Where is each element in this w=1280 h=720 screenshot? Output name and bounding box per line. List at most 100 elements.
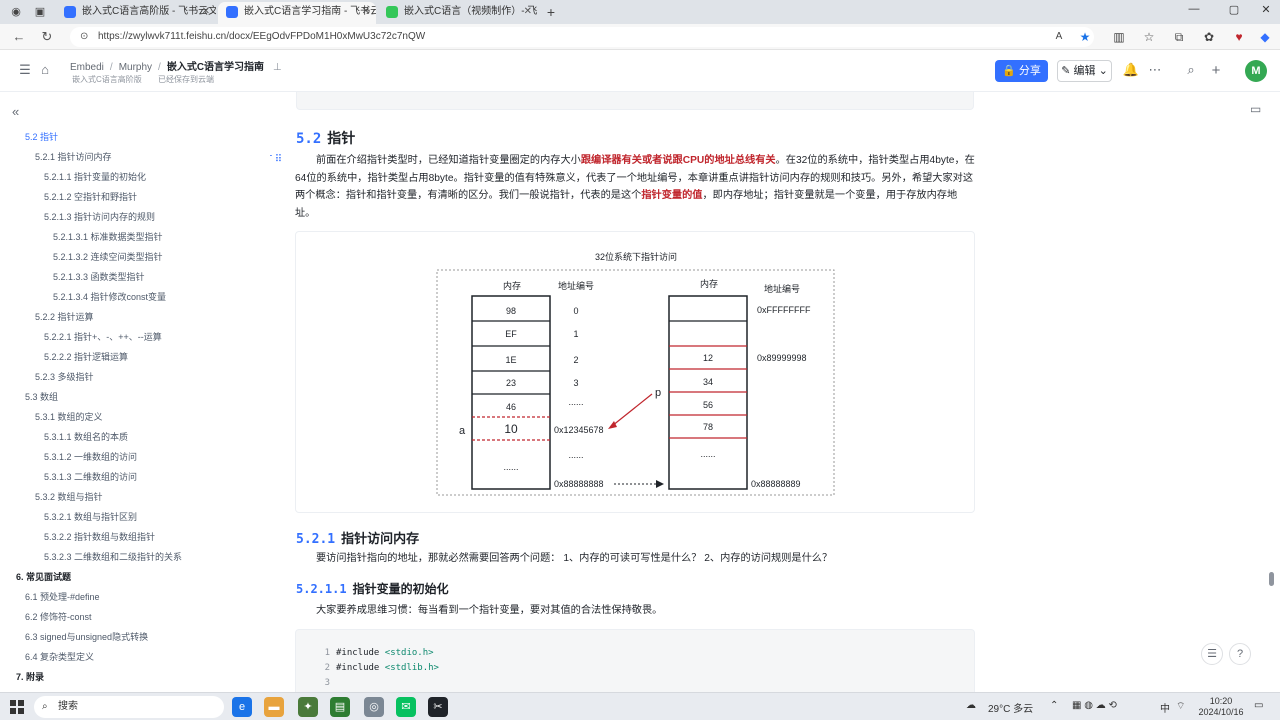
site-info-icon[interactable]: ⊙ xyxy=(80,27,88,47)
edge-app-icon[interactable]: e xyxy=(232,697,252,717)
profile-icon[interactable]: ◉ xyxy=(8,4,24,20)
heading-number: 5.2.1 xyxy=(296,532,336,547)
toc-item[interactable]: 5.3.2.3 二维数组和二级指针的关系 xyxy=(44,550,182,563)
new-tab-button[interactable]: + xyxy=(543,4,559,20)
tab-1[interactable]: 嵌入式C语言高阶版 - 飞书云文档 ✕ xyxy=(56,2,216,24)
app-icon[interactable]: ◎ xyxy=(364,697,384,717)
avatar[interactable]: M xyxy=(1245,60,1267,82)
toc-item[interactable]: 5.2.1.2 空指针和野指针 xyxy=(44,190,137,203)
toc-item[interactable]: 7. 附录 xyxy=(16,670,44,683)
weather-text[interactable]: 29°C 多云 xyxy=(988,700,1033,715)
pin-icon[interactable]: ⊥ xyxy=(273,62,282,73)
line-number: 2 xyxy=(324,663,330,673)
toc-item[interactable]: 6. 常见面试题 xyxy=(16,570,71,583)
pencil-icon: ✎ xyxy=(1061,65,1071,77)
wiki-space-label[interactable]: 嵌入式C语言高阶版 xyxy=(72,75,142,84)
window-close-icon[interactable]: ✕ xyxy=(1258,3,1274,16)
toc-item[interactable]: 5.2.1.3 指针访问内存的规则 xyxy=(44,210,155,223)
app-icon[interactable]: ✦ xyxy=(298,697,318,717)
toc-item[interactable]: 5.2.1.3.1 标准数据类型指针 xyxy=(53,230,163,243)
toc-item[interactable]: 5.2.1.3.3 函数类型指针 xyxy=(53,270,145,283)
windows-taskbar: ⌕ 搜索 e ▬ ✦ ▤ ◎ ✉ ✂ ☁ 29°C 多云 ⌃ ▦ ◍ ☁ ⟲ 中… xyxy=(0,692,1280,720)
file-explorer-icon[interactable]: ▬ xyxy=(264,697,284,717)
favorite-star-icon[interactable]: ★ xyxy=(1076,28,1094,46)
toc-item[interactable]: 5.2.1.1 指针变量的初始化 xyxy=(44,170,146,183)
code-block[interactable]: 1 #include <stdio.h> 2 #include <stdlib.h>… xyxy=(295,629,975,692)
toc-item[interactable]: 5.2.1 指针访问内存 xyxy=(35,150,112,163)
toc-item[interactable]: 5.3.1.3 二维数组的访问 xyxy=(44,470,137,483)
favorites-icon[interactable]: ☆ xyxy=(1140,28,1158,46)
url-field[interactable]: ⊙ https://zwylwvk711t.feishu.cn/docx/EEg… xyxy=(70,27,1094,47)
tab-2-active[interactable]: 嵌入式C语言学习指南 - 飞书云文 ✕ xyxy=(218,2,376,24)
toc-item[interactable]: 5.3.2.1 数组与指针区别 xyxy=(44,510,137,523)
reload-icon[interactable]: ↻ xyxy=(38,28,56,46)
toc-item[interactable]: 5.2.2.1 指针+、-、++、--运算 xyxy=(44,330,162,343)
toc-item[interactable]: 5.2 指针 xyxy=(25,130,58,143)
search-icon[interactable]: ⌕ xyxy=(1182,62,1200,78)
breadcrumb: Embedi / Murphy / 嵌入式C语言学习指南 ⊥ xyxy=(70,62,282,73)
text-block-icon[interactable]: T ⠿ xyxy=(270,154,282,165)
close-icon[interactable]: ✕ xyxy=(362,2,370,22)
collapse-toc-icon[interactable]: « xyxy=(12,104,19,119)
tray-icons[interactable]: ▦ ◍ ☁ ⟲ xyxy=(1072,700,1117,711)
split-screen-icon[interactable]: ▥ xyxy=(1110,28,1128,46)
toc-item[interactable]: 5.2.2.2 指针逻辑运算 xyxy=(44,350,128,363)
toc-item[interactable]: 6.2 修饰符-const xyxy=(25,610,92,623)
tray-overflow-icon[interactable]: ⌃ xyxy=(1050,700,1058,711)
start-icon[interactable] xyxy=(10,700,24,714)
toc-item[interactable]: 6.4 复杂类型定义 xyxy=(25,650,94,663)
browser-essentials-icon[interactable]: ♥ xyxy=(1230,28,1248,46)
more-icon[interactable]: ⋯ xyxy=(1146,62,1164,78)
capcut-icon[interactable]: ✂ xyxy=(428,697,448,717)
toc-item[interactable]: 5.2.3 多级指针 xyxy=(35,370,94,383)
toc-item[interactable]: 5.3 数组 xyxy=(25,390,58,403)
save-status: 已经保存到云端 xyxy=(158,75,215,84)
close-icon[interactable]: ✕ xyxy=(524,2,532,22)
copilot-icon[interactable]: ◆ xyxy=(1256,28,1274,46)
share-button[interactable]: 🔒 分享 xyxy=(995,60,1048,82)
help-icon[interactable]: ? xyxy=(1229,643,1251,665)
text-run: 前面在介绍指针类型时，已经知道指针变量圈定的内存大小 xyxy=(316,155,581,166)
notification-bell-icon[interactable]: 🔔 xyxy=(1122,62,1140,78)
extensions-icon[interactable]: ✿ xyxy=(1200,28,1218,46)
weather-icon[interactable]: ☁ xyxy=(966,700,976,711)
scrollbar-thumb[interactable] xyxy=(1269,572,1274,586)
minimize-icon[interactable]: — xyxy=(1186,3,1202,15)
toc-item[interactable]: 5.3.2 数组与指针 xyxy=(35,490,103,503)
tab-3[interactable]: 嵌入式C语言（视频制作）- 飞书 ✕ xyxy=(378,2,538,24)
add-icon[interactable]: + xyxy=(1207,62,1225,79)
toc-item[interactable]: 5.3.1.2 一维数组的访问 xyxy=(44,450,137,463)
read-aloud-icon[interactable]: A xyxy=(1050,28,1068,46)
toc-item[interactable]: 5.3.1.1 数组名的本质 xyxy=(44,430,128,443)
maximize-icon[interactable]: ▢ xyxy=(1226,3,1242,16)
toc-item[interactable]: 6.1 预处理-#define xyxy=(25,590,100,603)
toc-item[interactable]: 5.3.1 数组的定义 xyxy=(35,410,103,423)
pointer-p-label: p xyxy=(655,387,661,399)
toc-item[interactable]: 5.3.2.2 指针数组与数组指针 xyxy=(44,530,155,543)
sheet-app-icon[interactable]: ▤ xyxy=(330,697,350,717)
network-icon[interactable]: ⌔ xyxy=(1176,700,1185,713)
taskbar-search[interactable]: ⌕ 搜索 xyxy=(34,696,224,718)
toc-item[interactable]: 5.2.1.3.4 指针修改const变量 xyxy=(53,290,166,303)
back-icon[interactable]: ← xyxy=(10,28,28,46)
comment-icon[interactable]: ▭ xyxy=(1250,102,1261,116)
pointer-memory-figure[interactable]: 32位系统下指针访问 内存 地址编号 98 EF 1E 23 46 10...... 01… xyxy=(295,231,975,513)
clock[interactable]: 10:20 2024/10/16 xyxy=(1196,696,1246,718)
edit-mode-button[interactable]: ✎ 编辑 ⌄ xyxy=(1057,60,1112,82)
home-icon[interactable]: ⌂ xyxy=(36,62,54,77)
ime-indicator[interactable]: 中 xyxy=(1160,700,1170,715)
notification-icon[interactable]: ▭ xyxy=(1254,700,1263,711)
scrollbar[interactable] xyxy=(1268,96,1274,686)
breadcrumb-item[interactable]: Embedi xyxy=(70,62,104,73)
wechat-icon[interactable]: ✉ xyxy=(396,697,416,717)
toc-item[interactable]: 6.3 signed与unsigned隐式转换 xyxy=(25,630,148,643)
toc-item[interactable]: 5.2.2 指针运算 xyxy=(35,310,94,323)
close-icon[interactable]: ✕ xyxy=(202,2,210,22)
breadcrumb-current[interactable]: 嵌入式C语言学习指南 xyxy=(167,62,264,73)
outline-icon[interactable]: ☰ xyxy=(1201,643,1223,665)
toc-item[interactable]: 5.2.1.3.2 连续空间类型指针 xyxy=(53,250,163,263)
collections-icon[interactable]: ⧉ xyxy=(1170,28,1188,46)
breadcrumb-item[interactable]: Murphy xyxy=(119,62,152,73)
tab-actions-icon[interactable]: ▣ xyxy=(32,4,48,20)
menu-icon[interactable]: ☰ xyxy=(16,62,34,78)
